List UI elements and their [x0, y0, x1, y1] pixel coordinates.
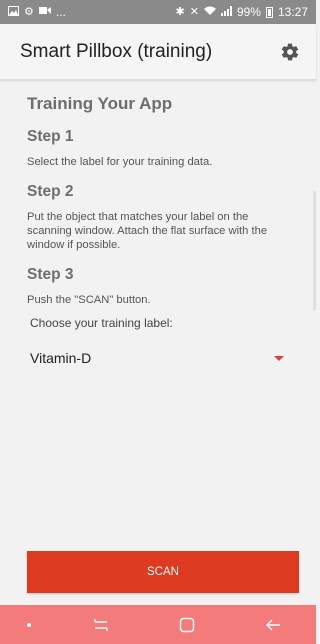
step-1-text: Select the label for your training data. — [27, 156, 213, 168]
settings-icon: ⚙ — [24, 5, 34, 18]
home-icon — [179, 617, 195, 632]
training-label-select[interactable]: Vitamin-D — [30, 340, 290, 376]
recent-apps-icon — [94, 618, 108, 631]
step-2-title: Step 2 — [27, 183, 74, 200]
recent-apps-button[interactable] — [85, 609, 117, 641]
home-button[interactable] — [171, 609, 203, 641]
app-title: Smart Pillbox (training) — [20, 40, 213, 62]
step-3-title: Step 3 — [27, 266, 74, 283]
nav-dot-icon — [27, 622, 31, 627]
status-right: ✱ ✕ 99% 13:27 — [176, 5, 309, 19]
page-heading: Training Your App — [27, 94, 173, 113]
status-more: ... — [55, 5, 66, 19]
step-3-text: Push the "SCAN" button. — [27, 294, 151, 306]
step-2-text: Put the object that matches your label o… — [27, 211, 268, 251]
navigation-bar — [0, 605, 316, 644]
dropdown-arrow-icon — [274, 355, 284, 361]
signal-icon — [220, 5, 232, 19]
back-icon — [266, 619, 280, 630]
app-bar: Smart Pillbox (training) — [0, 24, 316, 80]
wifi-icon — [203, 6, 216, 19]
gallery-icon — [8, 5, 19, 19]
back-button[interactable] — [257, 609, 289, 641]
choose-label: Choose your training label: — [30, 316, 173, 330]
selected-label: Vitamin-D — [30, 350, 92, 366]
status-time: 13:27 — [277, 5, 308, 19]
scrollbar[interactable] — [313, 191, 316, 311]
mute-icon: ✕ — [189, 5, 199, 18]
bluetooth-icon: ✱ — [175, 5, 185, 18]
status-bar: ⚙ ... ✱ ✕ 99% 13:27 — [0, 0, 316, 24]
step-1-title: Step 1 — [27, 128, 74, 145]
settings-button[interactable] — [279, 41, 301, 63]
video-icon — [38, 6, 51, 18]
battery-percent: 99% — [236, 5, 261, 19]
status-left: ⚙ ... — [8, 5, 66, 19]
scan-button[interactable]: SCAN — [27, 551, 299, 593]
gear-icon — [281, 43, 299, 60]
battery-icon — [265, 6, 273, 18]
